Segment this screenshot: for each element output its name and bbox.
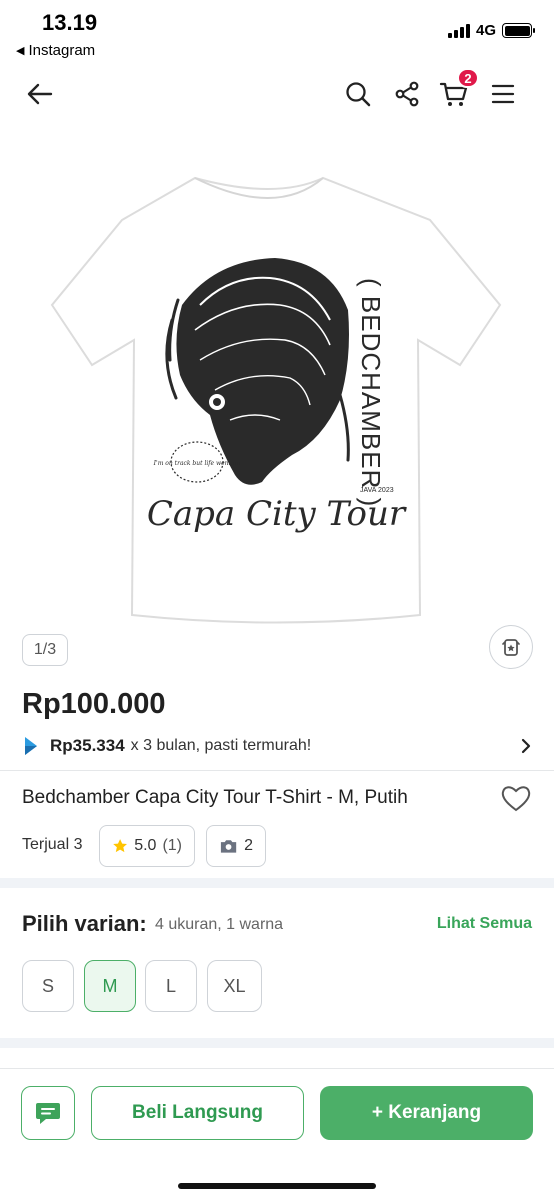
status-time: 13.19 [42,10,98,35]
product-title: Bedchamber Capa City Tour T-Shirt - M, P… [22,787,408,808]
divider [0,770,554,771]
search-icon [346,82,371,107]
home-indicator [178,1183,376,1189]
tshirt-image: I'm on track but life went on ( BEDCHAMB… [50,176,502,624]
see-all-variants-link[interactable]: Lihat Semua [437,915,532,933]
back-triangle-icon: ◀ [16,45,25,57]
search-button[interactable] [342,78,374,110]
battery-icon [502,23,535,38]
product-price: Rp100.000 [22,688,166,720]
star-icon [113,839,127,853]
chat-button[interactable] [21,1086,75,1140]
size-option-s[interactable]: S [22,960,74,1012]
hamburger-menu-icon [491,84,515,104]
installment-row[interactable]: Rp35.334 x 3 bulan, pasti termurah! [22,733,532,759]
section-divider [0,878,554,888]
photo-review-chip[interactable]: 2 [206,825,266,867]
variant-summary: 4 ukuran, 1 warna [155,916,284,933]
wishlist-button[interactable] [500,783,532,818]
shirt-band-text: ( BEDCHAMBER ) [356,278,386,507]
image-counter: 1/3 [22,634,68,666]
menu-button[interactable] [487,78,519,110]
installment-text: x 3 bulan, pasti termurah! [130,737,312,754]
back-app-label: Instagram [28,42,96,59]
network-label: 4G [475,22,496,39]
share-button[interactable] [391,78,423,110]
rating-chip[interactable]: 5.0 (1) [99,825,195,867]
chevron-right-icon [521,738,531,754]
size-option-xl[interactable]: XL [207,960,262,1012]
heart-icon [501,786,531,812]
rating-count: (1) [162,837,182,854]
size-option-l[interactable]: L [145,960,197,1012]
back-to-app[interactable]: ◀ Instagram [16,42,95,59]
variant-title: Pilih varian: [22,911,147,936]
rating-value: 5.0 [134,837,157,854]
try-on-button[interactable] [489,625,533,669]
shirt-tour-text: Capa City Tour [147,494,407,534]
add-to-cart-button[interactable]: + Keranjang [320,1086,533,1140]
sold-count: Terjual 3 [22,836,83,853]
product-image[interactable]: I'm on track but life went on ( BEDCHAMB… [0,130,554,630]
bottom-action-bar: Beli Langsung + Keranjang [0,1068,554,1200]
installment-amount: Rp35.334 [50,736,125,755]
try-on-icon [502,639,520,656]
arrow-left-icon [27,83,53,105]
shirt-script-note: I'm on track but life went on [153,460,241,467]
back-button[interactable] [24,78,56,110]
status-bar: 13.19 ◀ Instagram 4G [0,0,554,66]
share-icon [395,81,419,107]
shirt-tour-year: JAVA 2023 [360,487,394,494]
section-divider [0,1038,554,1048]
size-option-m[interactable]: M [84,960,136,1012]
signal-icon [447,23,470,38]
photo-count: 2 [244,837,253,854]
paylater-icon [25,737,37,755]
chat-icon [36,1103,60,1124]
status-icons: 4G [447,22,535,39]
camera-icon [220,840,237,853]
buy-now-button[interactable]: Beli Langsung [91,1086,304,1140]
cart-count-badge: 2 [457,68,479,88]
